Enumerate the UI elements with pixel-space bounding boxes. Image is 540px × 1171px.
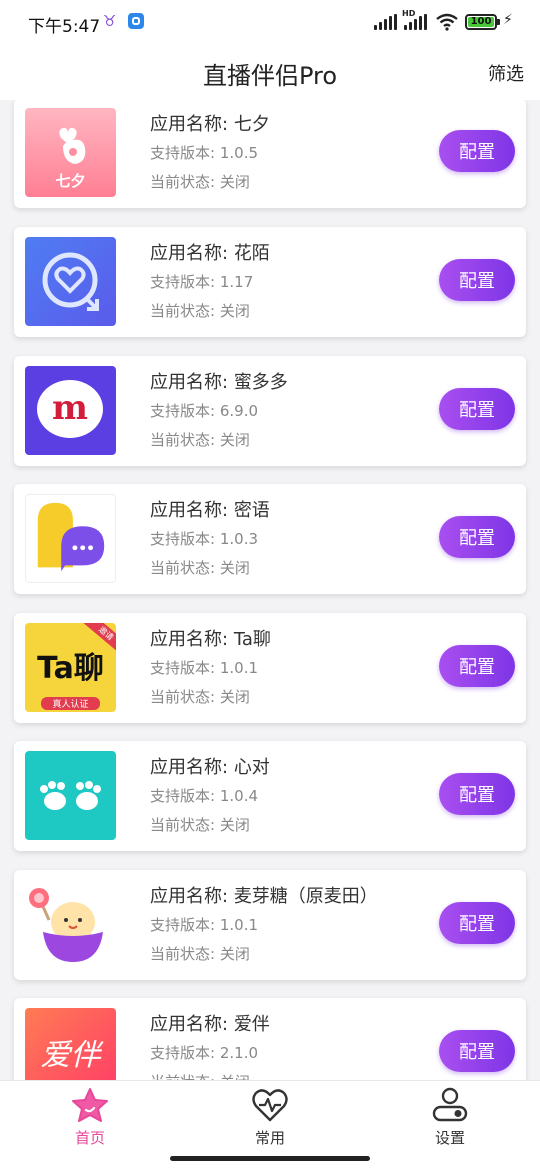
app-card-miyu[interactable]: 应用名称: 密语 支持版本: 1.0.3 当前状态: 关闭 配置 xyxy=(14,484,526,594)
wifi-icon xyxy=(436,13,458,31)
config-button[interactable]: 配置 xyxy=(439,902,515,944)
app-version: 支持版本: 1.0.3 xyxy=(150,530,259,548)
config-button[interactable]: 配置 xyxy=(439,130,515,172)
app-icon-aiban: 爱伴 xyxy=(25,1008,116,1080)
app-version: 支持版本: 1.0.5 xyxy=(150,144,259,162)
app-version: 支持版本: 1.0.1 xyxy=(150,659,259,677)
app-name: 应用名称: 密语 xyxy=(150,500,270,521)
app-name: 应用名称: 七夕 xyxy=(150,114,270,135)
signal-icon-2 xyxy=(404,14,428,30)
app-name: 应用名称: 麦芽糖（原麦田） xyxy=(150,886,378,907)
candy-bowl-icon xyxy=(29,888,103,962)
app-state: 当前状态: 关闭 xyxy=(150,302,250,320)
nav-tab-common[interactable]: 常用 xyxy=(210,1081,330,1151)
config-button[interactable]: 配置 xyxy=(439,1030,515,1072)
signal-icon xyxy=(374,14,398,30)
config-button[interactable]: 配置 xyxy=(439,773,515,815)
app-icon-miduoduo: m xyxy=(25,366,116,455)
app-icon-text: m xyxy=(52,388,88,428)
nav-label: 设置 xyxy=(434,1129,465,1147)
app-card-huamo[interactable]: 应用名称: 花陌 支持版本: 1.17 当前状态: 关闭 配置 xyxy=(14,227,526,337)
battery-icon: 100 xyxy=(465,14,497,30)
chat-bubbles-icon xyxy=(37,502,105,572)
app-icon-miyu xyxy=(25,494,116,583)
app-list[interactable]: 七夕 应用名称: 七夕 支持版本: 1.0.5 当前状态: 关闭 配置 应用名称… xyxy=(0,100,540,1080)
app-version: 支持版本: 1.0.1 xyxy=(150,916,259,934)
nav-label: 常用 xyxy=(254,1129,285,1147)
app-icon-xindui xyxy=(25,751,116,840)
filter-button[interactable]: 筛选 xyxy=(488,60,524,86)
config-button[interactable]: 配置 xyxy=(439,388,515,430)
taurus-icon: ♉ xyxy=(103,12,117,30)
home-indicator[interactable] xyxy=(170,1156,370,1161)
config-button[interactable]: 配置 xyxy=(439,259,515,301)
status-time: 下午5:47 xyxy=(28,17,101,37)
app-name: 应用名称: 爱伴 xyxy=(150,1014,270,1035)
app-state: 当前状态: 关闭 xyxy=(150,1068,270,1080)
app-state: 当前状态: 关闭 xyxy=(150,688,250,706)
speech-bubble-icon: m xyxy=(37,380,103,438)
app-icon-huamo xyxy=(25,237,116,326)
nav-tab-settings[interactable]: 设置 xyxy=(390,1081,510,1151)
app-icon-maiyatang xyxy=(25,880,116,969)
app-state: 当前状态: 关闭 xyxy=(150,431,250,449)
app-version: 支持版本: 1.0.4 xyxy=(150,787,259,805)
app-version: 支持版本: 2.1.0 xyxy=(150,1044,259,1062)
user-toggle-icon xyxy=(432,1087,468,1122)
star-icon xyxy=(72,1088,108,1122)
charging-icon: ⚡ xyxy=(503,12,513,28)
app-name: 应用名称: 蜜多多 xyxy=(150,372,288,393)
app-icon-ribbon-text: 真人认证 xyxy=(41,697,100,710)
app-card-maiyatang[interactable]: 应用名称: 麦芽糖（原麦田） 支持版本: 1.0.1 当前状态: 关闭 配置 xyxy=(14,870,526,980)
app-name: 应用名称: 心对 xyxy=(150,757,270,778)
app-icon-text: 爱伴 xyxy=(40,1038,101,1073)
app-name: 应用名称: 花陌 xyxy=(150,243,270,264)
app-icon-qixi: 七夕 xyxy=(25,108,116,197)
app-version: 支持版本: 6.9.0 xyxy=(150,402,259,420)
app-card-qixi[interactable]: 七夕 应用名称: 七夕 支持版本: 1.0.5 当前状态: 关闭 配置 xyxy=(14,100,526,208)
nav-tab-home[interactable]: 首页 xyxy=(30,1081,150,1151)
heart-ring-icon xyxy=(42,252,99,311)
app-name: 应用名称: Ta聊 xyxy=(150,629,271,650)
app-version: 支持版本: 1.17 xyxy=(150,273,254,291)
bird-heart-icon xyxy=(59,127,86,164)
app-state: 当前状态: 关闭 xyxy=(150,173,250,191)
app-state: 当前状态: 关闭 xyxy=(150,945,250,963)
app-state: 当前状态: 关闭 xyxy=(150,559,250,577)
app-icon-taliao: 邀请 Ta聊 真人认证 xyxy=(25,623,116,712)
notification-app-icon xyxy=(128,13,144,29)
app-card-xindui[interactable]: 应用名称: 心对 支持版本: 1.0.4 当前状态: 关闭 配置 xyxy=(14,741,526,851)
app-card-taliao[interactable]: 邀请 Ta聊 真人认证 应用名称: Ta聊 支持版本: 1.0.1 当前状态: … xyxy=(14,613,526,723)
app-header: 直播伴侣Pro 筛选 xyxy=(0,44,540,100)
status-bar: 下午5:47 ♉ HD 100 ⚡ xyxy=(0,0,540,44)
app-state: 当前状态: 关闭 xyxy=(150,816,250,834)
nav-label: 首页 xyxy=(74,1129,105,1147)
config-button[interactable]: 配置 xyxy=(439,516,515,558)
page-title: 直播伴侣Pro xyxy=(202,62,338,90)
heart-pulse-icon xyxy=(252,1089,288,1122)
app-card-aiban[interactable]: 爱伴 应用名称: 爱伴 支持版本: 2.1.0 当前状态: 关闭 配置 xyxy=(14,998,526,1080)
app-icon-text: Ta聊 xyxy=(37,651,104,686)
battery-level: 100 xyxy=(470,16,492,27)
config-button[interactable]: 配置 xyxy=(439,645,515,687)
app-icon-text: 七夕 xyxy=(55,172,86,190)
app-card-miduoduo[interactable]: m 应用名称: 蜜多多 支持版本: 6.9.0 当前状态: 关闭 配置 xyxy=(14,356,526,466)
paw-prints-icon xyxy=(40,781,101,810)
